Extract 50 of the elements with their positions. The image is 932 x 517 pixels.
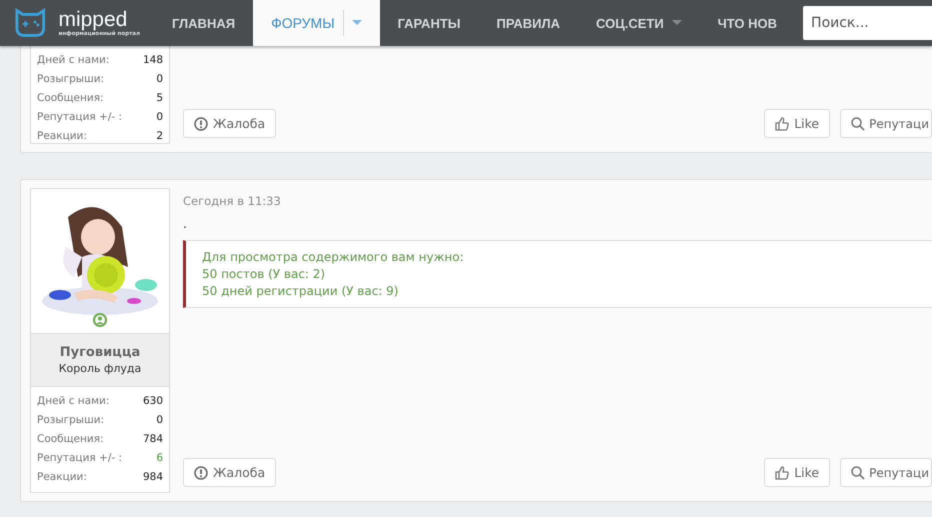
stat-value: 5 bbox=[156, 92, 163, 104]
alert-icon bbox=[194, 466, 208, 480]
nav-tab[interactable]: ГАРАНТЫ bbox=[380, 0, 479, 46]
caret-icon[interactable] bbox=[672, 20, 682, 26]
stat-label: Дней с нами: bbox=[37, 54, 110, 66]
like-button[interactable]: Like bbox=[764, 458, 830, 487]
alert-icon bbox=[194, 116, 208, 130]
nav-tab[interactable]: ПРАВИЛА bbox=[478, 0, 578, 46]
gamepad-logo-icon bbox=[14, 8, 46, 38]
stat-value: 6 bbox=[156, 452, 163, 464]
username[interactable]: Пуговицца bbox=[60, 345, 140, 360]
like-button[interactable]: Like bbox=[764, 109, 830, 138]
stat-value: 784 bbox=[142, 432, 163, 444]
stat-label: Репутация +/- : bbox=[37, 110, 122, 122]
stat-value: 0 bbox=[156, 110, 163, 122]
stat-label: Реакции: bbox=[37, 470, 87, 482]
stat-label: Сообщения: bbox=[37, 432, 104, 444]
stat-label: Дней с нами: bbox=[37, 394, 110, 406]
stat-label: Розыгрыши: bbox=[37, 72, 104, 84]
reputation-button[interactable]: Репутаци bbox=[840, 109, 932, 138]
caret-icon[interactable] bbox=[352, 20, 362, 26]
reputation-button[interactable]: Репутаци bbox=[840, 458, 932, 487]
report-button[interactable]: Жалоба bbox=[183, 109, 276, 138]
site-logo-name[interactable]: mipped bbox=[58, 8, 140, 30]
stat-label: Реакции: bbox=[37, 130, 87, 142]
user-title: Король флуда bbox=[58, 362, 142, 375]
nav-tab[interactable]: ГЛАВНАЯ bbox=[154, 0, 254, 46]
stat-value: 148 bbox=[142, 54, 163, 66]
stat-label: Репутация +/- : bbox=[37, 452, 122, 464]
notice-line: 50 постов (У вас: 2) bbox=[202, 267, 326, 281]
thumbs-up-icon bbox=[775, 466, 790, 480]
stat-value: 2 bbox=[156, 130, 163, 142]
stat-label: Розыгрыши: bbox=[37, 414, 104, 426]
stat-value: 0 bbox=[156, 72, 163, 84]
stat-value: 630 bbox=[142, 394, 163, 406]
thumbs-up-icon bbox=[775, 116, 790, 130]
post-date[interactable]: Сегодня в 11:33 bbox=[183, 194, 932, 208]
search-icon bbox=[851, 466, 866, 480]
report-button[interactable]: Жалоба bbox=[183, 458, 276, 487]
stat-value: 0 bbox=[156, 414, 163, 426]
notice-line: Для просмотра содержимого вам нужно: bbox=[202, 250, 465, 264]
search-icon bbox=[851, 116, 866, 130]
nav-tab[interactable]: ЧТО НОВ bbox=[700, 0, 796, 46]
stat-value: 984 bbox=[142, 470, 163, 482]
nav-tab[interactable]: ФОРУМЫ bbox=[253, 0, 380, 46]
post-text: . bbox=[183, 218, 188, 230]
search-field[interactable]: Поиск... bbox=[803, 6, 932, 40]
stat-label: Сообщения: bbox=[37, 92, 104, 104]
notice-line: 50 дней регистрации (У вас: 9) bbox=[202, 284, 400, 298]
nav-tab[interactable]: СОЦ.СЕТИ bbox=[578, 0, 700, 46]
